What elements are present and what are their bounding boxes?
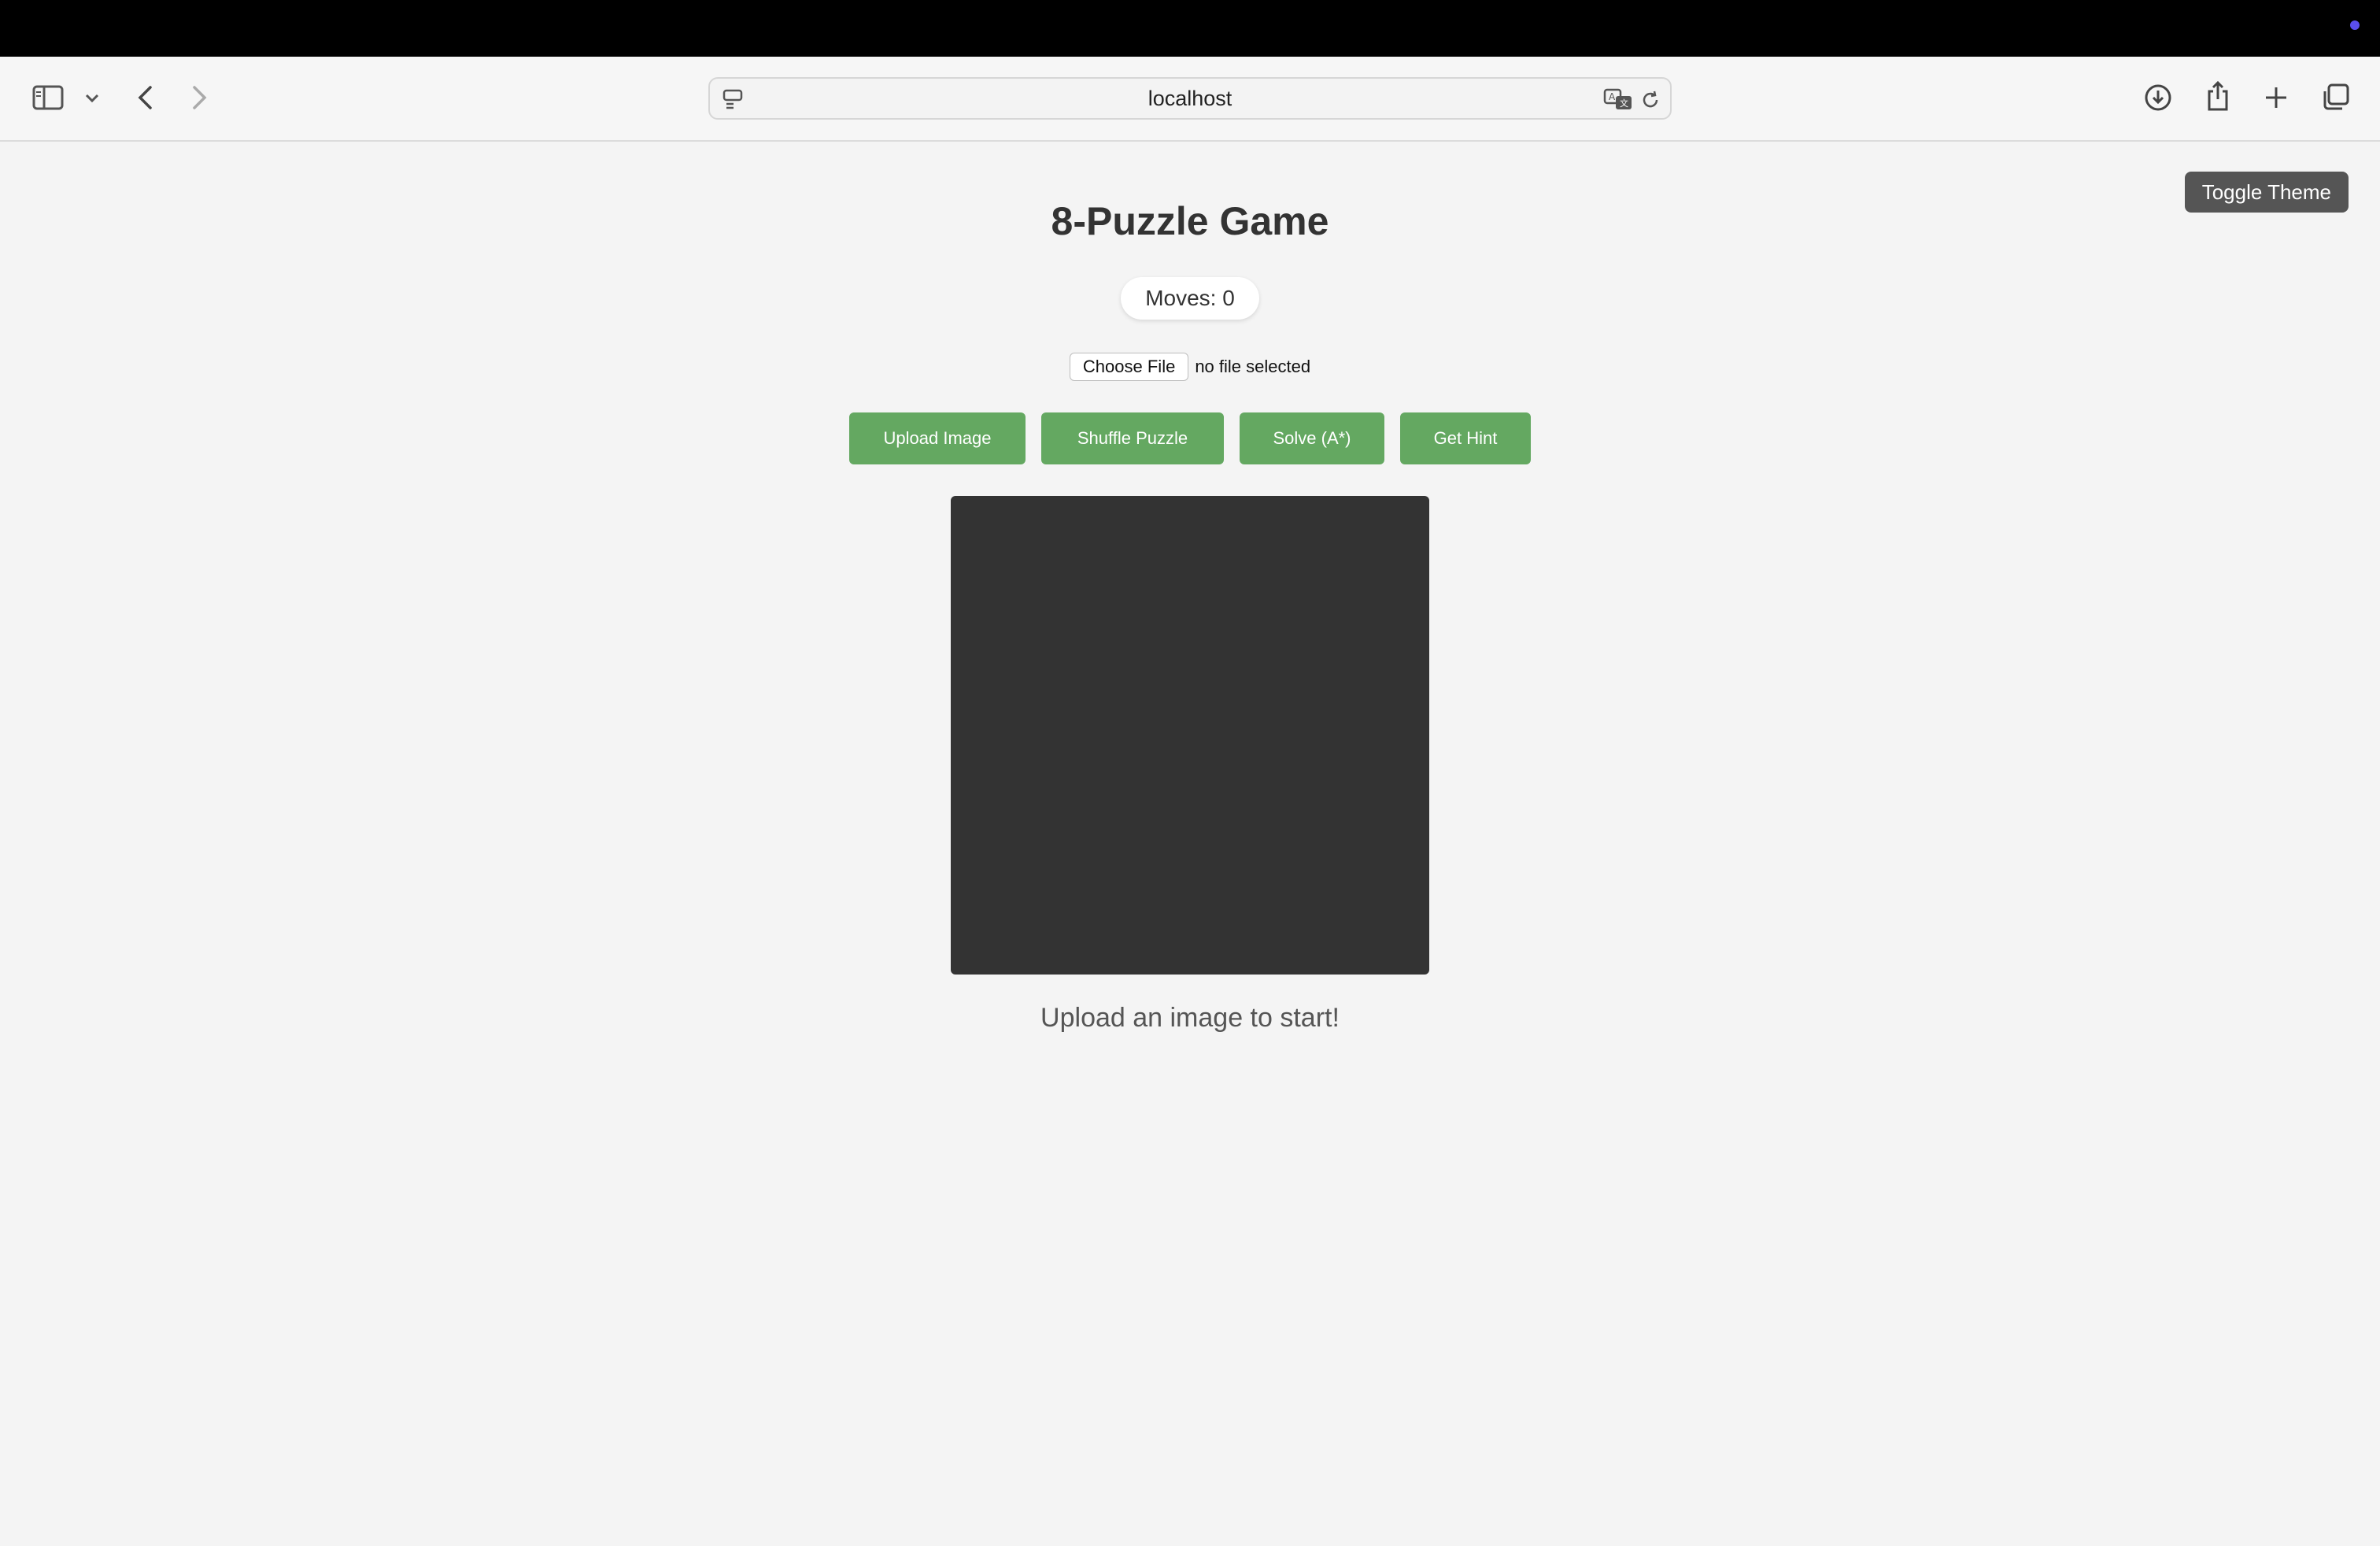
choose-file-button[interactable]: Choose File — [1069, 353, 1189, 381]
puzzle-board[interactable] — [951, 496, 1429, 975]
url-text: localhost — [1148, 86, 1232, 110]
upload-image-button[interactable]: Upload Image — [849, 412, 1026, 464]
system-menu-bar — [0, 0, 2380, 57]
file-status-text: no file selected — [1195, 357, 1311, 376]
plus-icon[interactable] — [2260, 82, 2292, 113]
svg-text:文: 文 — [1620, 98, 1628, 109]
back-arrow-icon[interactable] — [132, 82, 157, 113]
reload-icon[interactable] — [1639, 88, 1662, 112]
share-icon[interactable] — [2202, 79, 2234, 113]
status-indicator-dot — [2350, 20, 2360, 30]
chevron-down-icon[interactable] — [82, 88, 102, 109]
address-bar[interactable]: localhost A文 — [708, 77, 1672, 120]
action-buttons: Upload Image Shuffle Puzzle Solve (A*) G… — [0, 412, 2380, 464]
moves-counter: Moves: 0 — [1121, 277, 1259, 320]
page-title: 8-Puzzle Game — [1051, 199, 1329, 243]
status-message: Upload an image to start! — [1040, 1003, 1340, 1033]
sidebar-icon[interactable] — [30, 80, 66, 115]
solve-button[interactable]: Solve (A*) — [1240, 412, 1384, 464]
get-hint-button[interactable]: Get Hint — [1400, 412, 1531, 464]
page-content: Toggle Theme 8-Puzzle Game Moves: 0 Choo… — [0, 142, 2380, 1546]
translate-icon[interactable]: A文 — [1602, 87, 1634, 112]
tabs-icon[interactable] — [2320, 82, 2352, 113]
download-icon[interactable] — [2142, 82, 2174, 113]
browser-toolbar: localhost A文 — [0, 57, 2380, 142]
shuffle-puzzle-button[interactable]: Shuffle Puzzle — [1041, 412, 1224, 464]
svg-text:A: A — [1609, 91, 1616, 102]
forward-arrow-icon[interactable] — [187, 82, 213, 113]
file-input: Choose File no file selected — [0, 353, 2380, 381]
